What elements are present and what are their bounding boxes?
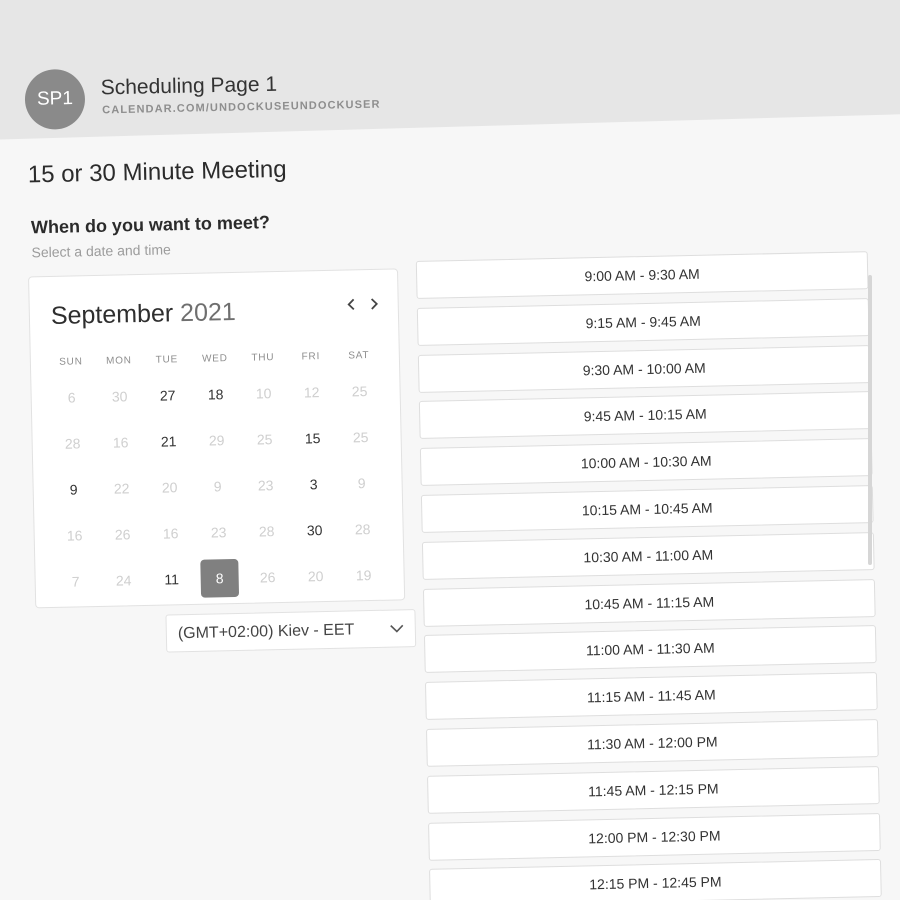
calendar-day: 6 xyxy=(67,389,76,406)
time-slot-list: 9:00 AM - 9:30 AM 9:15 AM - 9:45 AM 9:30 A… xyxy=(415,251,882,900)
calendar-day[interactable]: 18 xyxy=(191,371,240,418)
time-slot-button[interactable]: 11:15 AM - 11:45 AM xyxy=(424,672,878,721)
next-month-button[interactable] xyxy=(363,292,384,316)
weekday-label: WED xyxy=(201,353,228,365)
time-slot-button[interactable]: 10:45 AM - 11:15 AM xyxy=(422,578,876,627)
time-slot-button[interactable]: 11:00 AM - 11:30 AM xyxy=(423,625,877,674)
time-slot-button[interactable]: 10:30 AM - 11:00 AM xyxy=(421,531,875,580)
selected-day-label: 8 xyxy=(200,558,240,598)
calendar-day: 19 xyxy=(355,567,372,584)
timezone-selected-value: (GMT+02:00) Kiev - EET xyxy=(177,621,355,643)
time-slot-button[interactable]: 11:30 AM - 12:00 PM xyxy=(426,718,879,767)
time-slot-button[interactable]: 9:15 AM - 9:45 AM xyxy=(416,297,870,346)
calendar-day: 28 xyxy=(258,523,275,540)
scheduling-page: SP1 Scheduling Page 1 CALENDAR.COM/UNDOC… xyxy=(0,0,900,900)
weekday-label: THU xyxy=(251,352,275,364)
time-slot-button[interactable]: 9:00 AM - 9:30 AM xyxy=(415,251,869,299)
chevron-right-icon xyxy=(370,298,378,310)
weekday-label: SUN xyxy=(59,356,83,368)
time-slot-button[interactable]: 9:45 AM - 10:15 AM xyxy=(418,391,872,440)
calendar-day: 24 xyxy=(115,572,132,589)
calendar-day[interactable]: 27 xyxy=(143,372,192,419)
main-content: 15 or 30 Minute Meeting When do you want… xyxy=(0,0,900,900)
calendar-day: 28 xyxy=(354,521,371,538)
calendar-day: 7 xyxy=(71,573,80,590)
weekday-label: MON xyxy=(105,355,132,367)
calendar-day[interactable]: 3 xyxy=(289,461,338,508)
calendar-day: 16 xyxy=(162,525,179,542)
date-time-hint: Select a date and time xyxy=(31,241,171,261)
time-slot-button[interactable]: 9:30 AM - 10:00 AM xyxy=(417,344,871,393)
weekday-label: TUE xyxy=(155,354,179,366)
calendar-day: 9 xyxy=(357,475,366,492)
meeting-title: 15 or 30 Minute Meeting xyxy=(27,155,287,189)
calendar-day: 28 xyxy=(64,435,81,452)
calendar-day: 29 xyxy=(208,432,225,449)
calendar-day: 16 xyxy=(112,434,129,451)
calendar-day: 26 xyxy=(114,526,131,543)
time-slot-button[interactable]: 10:15 AM - 10:45 AM xyxy=(420,485,874,533)
calendar-day: 20 xyxy=(307,568,324,585)
calendar-year: 2021 xyxy=(179,297,237,328)
calendar-day-selected[interactable]: 8 xyxy=(195,555,244,602)
time-slot-button[interactable]: 12:00 PM - 12:30 PM xyxy=(428,812,881,861)
calendar-day: 23 xyxy=(210,524,227,541)
calendar-month: September xyxy=(50,299,174,330)
weekday-label: FRI xyxy=(301,351,321,363)
meeting-question: When do you want to meet? xyxy=(30,212,271,238)
previous-month-button[interactable] xyxy=(341,292,362,316)
calendar-day: 25 xyxy=(256,431,273,448)
time-slot-button[interactable]: 11:45 AM - 12:15 PM xyxy=(427,765,880,814)
calendar-day[interactable]: 30 xyxy=(290,507,339,554)
calendar-day[interactable]: 11 xyxy=(147,556,196,603)
calendar-day: 23 xyxy=(257,477,274,494)
time-slot-button[interactable]: 10:00 AM - 10:30 AM xyxy=(419,438,873,487)
time-slot-scrollbar[interactable] xyxy=(868,275,872,565)
calendar-days-grid: 6 30 27 18 10 12 25 28 16 21 29 25 15 25 9 22 20 9 23 3 9 16 2… xyxy=(47,368,388,605)
calendar-day: 12 xyxy=(303,384,320,401)
calendar-day: 22 xyxy=(113,480,130,497)
calendar-day: 9 xyxy=(213,478,222,495)
calendar-day: 25 xyxy=(352,429,369,446)
timezone-select[interactable]: (GMT+02:00) Kiev - EET xyxy=(165,609,417,653)
chevron-down-icon xyxy=(390,624,404,633)
calendar-day: 26 xyxy=(259,569,276,586)
calendar-month-label: September 2021 xyxy=(51,298,236,331)
calendar-day[interactable]: 15 xyxy=(288,415,337,462)
calendar-day: 25 xyxy=(351,383,368,400)
calendar-day[interactable]: 9 xyxy=(49,466,98,513)
calendar-day: 30 xyxy=(111,388,128,405)
weekday-label: SAT xyxy=(348,350,370,362)
calendar-day: 16 xyxy=(66,527,83,544)
chevron-left-icon xyxy=(347,298,355,311)
date-picker-calendar: September 2021 SUN MON TUE WED THU FRI SAT 6 30… xyxy=(28,268,406,609)
time-slot-button[interactable]: 12:15 PM - 12:45 PM xyxy=(429,859,882,900)
calendar-day: 10 xyxy=(255,385,272,402)
calendar-day: 20 xyxy=(161,479,178,496)
calendar-day[interactable]: 21 xyxy=(144,418,193,465)
